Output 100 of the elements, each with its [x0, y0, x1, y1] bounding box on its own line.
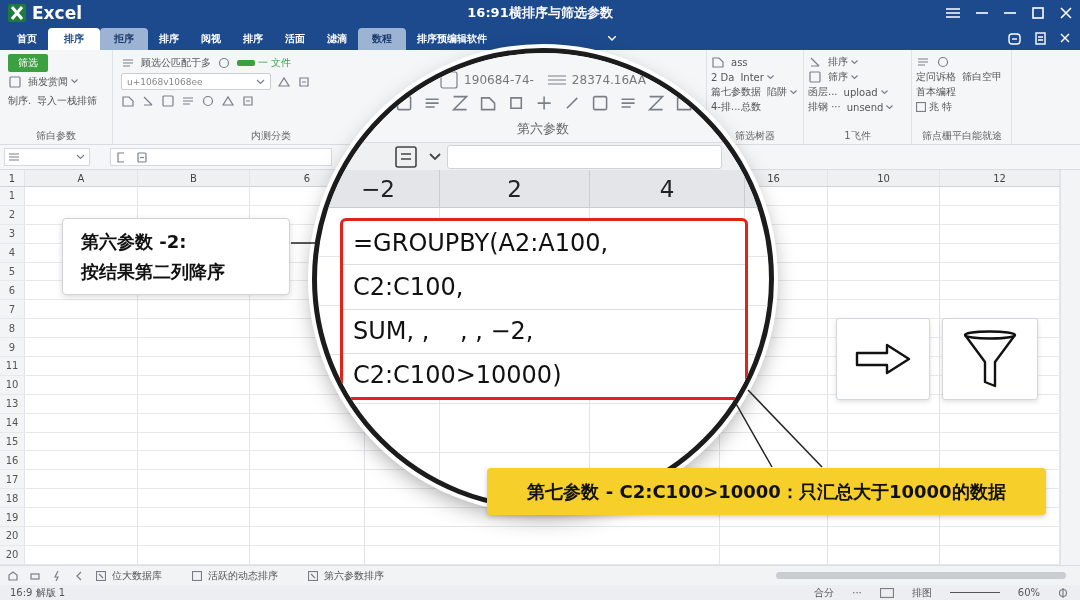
sheet-tab[interactable]: 活跃的动态排序	[192, 568, 278, 583]
ribbon-tab[interactable]: 排序	[148, 28, 190, 50]
ribbon-tab[interactable]: 排序	[232, 28, 274, 50]
ribbon-dropdown[interactable]: Inter	[740, 71, 764, 83]
name-box[interactable]	[4, 148, 90, 166]
ribbon-tab[interactable]: 活面	[274, 28, 316, 50]
status-item[interactable]: ···	[852, 587, 862, 598]
ribbon-label[interactable]: 顾选公匹配于多	[141, 55, 211, 70]
tool-icon[interactable]	[297, 74, 311, 89]
ribbon-label[interactable]: 定问诉格	[916, 70, 956, 84]
checkbox[interactable]	[916, 102, 926, 112]
status-item[interactable]: 排图	[911, 585, 932, 600]
caret-icon[interactable]	[766, 74, 774, 80]
font-dropdown-field[interactable]: u+1068v1068ee	[121, 73, 271, 90]
tool-icon[interactable]	[241, 93, 255, 108]
row-number: 1	[0, 170, 25, 186]
share-icon[interactable]	[1008, 31, 1021, 45]
maximize-icon[interactable]	[1032, 7, 1044, 19]
formula-line: C2:C100,	[343, 265, 745, 310]
chevron-left-icon[interactable]	[74, 570, 84, 581]
lightning-icon[interactable]	[52, 570, 62, 581]
menu-icon[interactable]	[946, 7, 960, 19]
tool-icon[interactable]	[121, 93, 135, 108]
row-number: 11	[0, 357, 25, 376]
tool-icon[interactable]	[936, 55, 950, 69]
row-number: 6	[0, 281, 25, 301]
app-name: Excel	[32, 3, 82, 23]
ribbon-label[interactable]: ass	[731, 56, 748, 68]
caret-icon[interactable]	[851, 74, 858, 80]
tool-icon[interactable]	[808, 55, 822, 69]
ribbon-label[interactable]: 筛白空甲	[962, 70, 1002, 84]
list-icon	[9, 153, 19, 161]
tool-icon[interactable]	[8, 74, 22, 89]
ribbon-label[interactable]: 导入一栈排筛	[37, 93, 98, 108]
vertical-scrollbar[interactable]	[1060, 170, 1080, 565]
ribbon-dropdown[interactable]: 插发赏闻	[28, 74, 68, 89]
group-label: 内测分类	[250, 129, 292, 143]
ribbon-label[interactable]: 首本编程	[916, 85, 956, 99]
ribbon-tab[interactable]: 滤滴	[316, 28, 358, 50]
function-icon[interactable]	[395, 145, 417, 168]
status-item[interactable]: 合分	[814, 585, 835, 600]
row-number: 1	[0, 187, 25, 206]
tab-icon	[192, 570, 202, 581]
checkbox-label[interactable]: 兆 特	[929, 100, 953, 114]
chevron-icon	[256, 78, 265, 85]
tool-icon[interactable]	[161, 93, 175, 108]
close-icon[interactable]	[1060, 7, 1072, 19]
ribbon-dropdown[interactable]: 筛序	[828, 70, 848, 84]
ribbon-label: 28374.16AA	[571, 73, 646, 87]
ribbon-dropdown[interactable]: 排序	[828, 55, 848, 69]
caret-icon[interactable]	[851, 59, 858, 65]
formula-input[interactable]	[447, 144, 722, 169]
ribbon-label[interactable]: 4-排...总数	[711, 100, 761, 114]
horizontal-scrollbar[interactable]	[776, 572, 1066, 579]
ribbon-label[interactable]: 制序.	[8, 93, 32, 108]
ribbon-tab[interactable]: 排序预编辑软件	[406, 28, 498, 50]
formula-line: C2:C100>10000)	[352, 360, 563, 392]
document-icon[interactable]	[1035, 31, 1046, 45]
tool-icon[interactable]	[808, 70, 822, 84]
sheet-tab[interactable]: 位大数据库	[96, 568, 162, 583]
status-item[interactable]: 60%	[1017, 587, 1040, 598]
callout-text: 第六参数 -2:	[81, 229, 188, 254]
ribbon-dropdown[interactable]: unsend	[846, 101, 884, 113]
group-label: 筛选树器	[734, 129, 776, 143]
ribbon-tab[interactable]: 排序	[48, 28, 100, 50]
home-icon[interactable]	[8, 570, 18, 581]
ribbon-dropdown[interactable]: upload	[843, 86, 878, 98]
caret-icon[interactable]	[790, 89, 797, 95]
callout-banner: 第七参数 - C2:C100>10000：只汇总大于10000的数据	[487, 468, 1046, 515]
row-number: 8	[0, 319, 25, 339]
caret-icon[interactable]	[880, 89, 888, 95]
view-icon[interactable]	[879, 587, 894, 598]
ribbon-tab[interactable]: 拒序	[100, 28, 148, 50]
ribbon-label[interactable]: 篇七参数据	[711, 85, 761, 99]
chevron-icon[interactable]	[429, 152, 441, 161]
sheet-tab[interactable]: 第六参数排序	[308, 568, 384, 583]
ribbon-dropdown[interactable]: 陷阱	[767, 85, 787, 99]
column-header: 4	[590, 170, 745, 207]
caret-icon[interactable]	[886, 104, 894, 110]
tab-icon	[308, 570, 318, 581]
function-icon	[137, 151, 147, 163]
bracket-icon	[117, 151, 125, 163]
ribbon-label[interactable]: 2 Da	[711, 71, 735, 83]
caret-icon[interactable]	[71, 79, 78, 84]
status-text: 16:9 解版 1	[10, 585, 66, 600]
ribbon-tab[interactable]: 首页	[6, 28, 48, 50]
tool-icon[interactable]	[201, 93, 215, 108]
group-label: 第六参数	[517, 120, 569, 138]
tool-icon[interactable]	[711, 55, 725, 69]
zoom-icon[interactable]	[1058, 587, 1068, 598]
ribbon-tab[interactable]: 阅视	[190, 28, 232, 50]
tool-icon[interactable]	[217, 55, 231, 70]
ribbon-label[interactable]: 函层...	[808, 85, 838, 99]
ribbon-tab[interactable]: 数程	[358, 28, 406, 50]
printer-icon[interactable]	[30, 570, 40, 581]
ribbon-label[interactable]: 排钢 ···	[808, 100, 841, 114]
formula-input[interactable]	[110, 148, 332, 166]
close-icon[interactable]	[1060, 33, 1070, 43]
list-icon	[547, 74, 566, 86]
tool-icon[interactable]	[916, 55, 930, 69]
